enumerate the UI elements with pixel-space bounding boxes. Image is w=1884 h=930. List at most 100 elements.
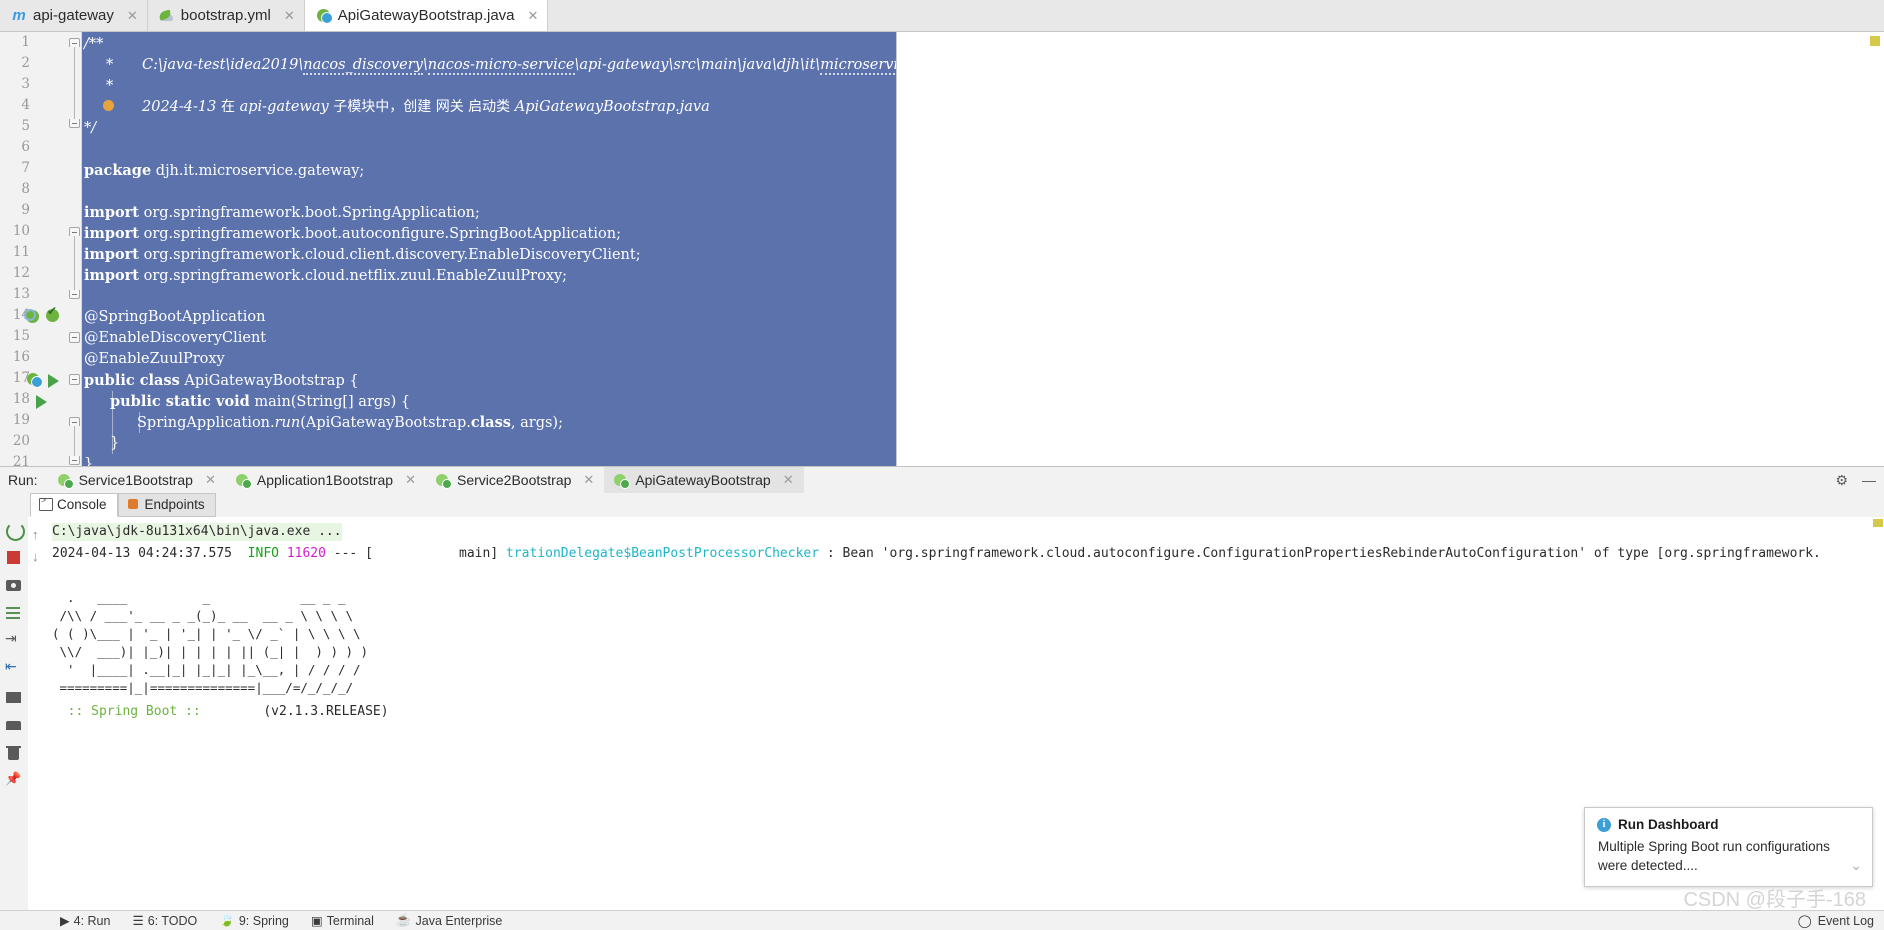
spring-config-gutter-icon[interactable] bbox=[45, 304, 61, 324]
run-tab-label: ApiGatewayBootstrap bbox=[635, 472, 771, 488]
line-number: 5 bbox=[21, 118, 30, 134]
status-item-terminal[interactable]: ▣ Terminal bbox=[310, 913, 374, 929]
trash-icon[interactable] bbox=[5, 745, 23, 763]
editor-tab-label: ApiGatewayBootstrap.java bbox=[337, 7, 515, 24]
sub-tab-label: Endpoints bbox=[144, 497, 205, 512]
spring-banner-line: =========|_|==============|___/=/_/_/_/ bbox=[52, 680, 354, 695]
intellij-idea-window: m api-gateway ✕ bootstrap.yml ✕ ApiGatew… bbox=[0, 0, 1884, 930]
line-number: 15 bbox=[12, 328, 30, 344]
code-line-2: * bbox=[106, 57, 114, 73]
spring-boot-run-icon bbox=[57, 473, 74, 489]
spring-boot-class-icon bbox=[316, 8, 333, 24]
fold-region-method-end[interactable] bbox=[69, 456, 80, 465]
spring-banner-line: ' |____| .__|_| |_|_| |_\__, | / / / / bbox=[52, 662, 361, 677]
code-line-18: public static void main(String[] args) { bbox=[110, 393, 411, 410]
editor-warning-marker[interactable] bbox=[1870, 36, 1880, 46]
event-log-icon: ◯ bbox=[1797, 914, 1812, 928]
run-tab-bar: Run: Service1Bootstrap ✕ Application1Boo… bbox=[0, 467, 1884, 493]
code-line-9: import org.springframework.boot.SpringAp… bbox=[84, 204, 480, 221]
run-tab-label: Application1Bootstrap bbox=[256, 472, 394, 488]
run-tab-service2bootstrap[interactable]: Service2Bootstrap ✕ bbox=[426, 467, 604, 493]
fold-region-comment-end[interactable] bbox=[69, 119, 80, 128]
grid-icon[interactable] bbox=[5, 689, 23, 707]
notification-title: Run Dashboard bbox=[1618, 817, 1719, 832]
close-icon[interactable]: ✕ bbox=[583, 472, 594, 488]
yaml-spring-icon bbox=[159, 8, 175, 24]
print-icon[interactable] bbox=[5, 717, 23, 735]
pin-icon[interactable] bbox=[5, 771, 23, 791]
java-ee-icon: ☕ bbox=[395, 913, 412, 927]
tab-console[interactable]: Console bbox=[30, 493, 118, 517]
close-icon[interactable]: ✕ bbox=[284, 8, 295, 24]
run-tab-apigatewaybootstrap[interactable]: ApiGatewayBootstrap ✕ bbox=[604, 467, 804, 493]
editor-tab-bootstrap-yml[interactable]: bootstrap.yml ✕ bbox=[147, 0, 305, 31]
code-text-area[interactable]: /** * C:\java-test\idea2019\nacos_discov… bbox=[82, 32, 1884, 466]
fold-region-method[interactable] bbox=[69, 417, 80, 426]
fold-region-annotation[interactable] bbox=[69, 374, 80, 385]
code-line-5: */ bbox=[84, 120, 97, 136]
line-number: 1 bbox=[21, 34, 30, 50]
run-window-tools: ⚙ — bbox=[1835, 472, 1876, 489]
fold-region-imports-end[interactable] bbox=[69, 290, 80, 299]
status-item-todo[interactable]: ☰ 6: TODO bbox=[132, 913, 197, 929]
spring-banner-line: ( ( )\___ | '_ | '_| | '_ \/ _` | \ \ \ … bbox=[52, 626, 361, 641]
code-line-16: @EnableZuulProxy bbox=[84, 351, 225, 367]
lightbulb-icon[interactable] bbox=[103, 100, 114, 111]
stop-icon[interactable] bbox=[5, 549, 23, 567]
thread-dump-icon[interactable] bbox=[5, 605, 23, 623]
step-into-icon[interactable] bbox=[5, 658, 23, 679]
code-line-12: import org.springframework.cloud.netflix… bbox=[84, 267, 568, 284]
console-icon bbox=[39, 495, 53, 511]
spring-boot-gutter-icon[interactable] bbox=[27, 372, 43, 388]
close-icon[interactable]: ✕ bbox=[205, 472, 216, 488]
code-folding-column[interactable] bbox=[66, 32, 82, 466]
editor-gutter: 1 2 3 4 5 6 7 8 9 10 11 12 13 14 15 16 1… bbox=[0, 32, 66, 466]
status-item-spring[interactable]: 🍃 9: Spring bbox=[219, 913, 289, 928]
chevron-down-icon[interactable]: ⌄ bbox=[1850, 857, 1862, 874]
spring-bean-gutter-icon[interactable] bbox=[24, 309, 42, 325]
close-icon[interactable]: ✕ bbox=[405, 472, 416, 488]
fold-region-class[interactable] bbox=[69, 332, 80, 343]
run-main-gutter-icon[interactable] bbox=[36, 395, 47, 409]
scroll-down-icon[interactable]: ↓ bbox=[32, 549, 39, 564]
console-toolbar bbox=[0, 517, 28, 930]
line-number: 9 bbox=[21, 202, 30, 218]
terminal-icon: ▣ bbox=[310, 914, 323, 928]
close-icon[interactable]: ✕ bbox=[127, 8, 138, 24]
status-bar: ▶ 4: Run ☰ 6: TODO 🍃 9: Spring ▣ Terminal ☕ J… bbox=[0, 910, 1884, 930]
gear-icon[interactable]: ⚙ bbox=[1835, 472, 1848, 489]
console-log-line: 2024-04-13 04:24:37.575 INFO 11620 --- [… bbox=[52, 546, 1821, 561]
maven-module-icon: m bbox=[12, 6, 26, 24]
status-item-run[interactable]: ▶ 4: Run bbox=[60, 913, 110, 929]
endpoints-icon bbox=[127, 498, 140, 511]
run-dashboard-notification[interactable]: i Run Dashboard Multiple Spring Boot run… bbox=[1584, 807, 1873, 887]
scroll-up-icon[interactable]: ↑ bbox=[32, 527, 39, 542]
fold-region-comment[interactable] bbox=[69, 38, 80, 47]
rerun-icon[interactable] bbox=[5, 521, 25, 541]
code-line-4: 2024-4-13 在 api-gateway 子模块中，创建 网关 启动类 A… bbox=[142, 99, 710, 115]
editor-tab-apigatewaybootstrap-java[interactable]: ApiGatewayBootstrap.java ✕ bbox=[304, 0, 549, 31]
screenshot-icon[interactable] bbox=[5, 577, 23, 595]
editor-tab-api-gateway[interactable]: m api-gateway ✕ bbox=[0, 0, 148, 31]
run-tab-application1bootstrap[interactable]: Application1Bootstrap ✕ bbox=[226, 467, 426, 493]
tab-endpoints[interactable]: Endpoints bbox=[117, 493, 216, 517]
minimize-icon[interactable]: — bbox=[1862, 472, 1876, 488]
code-line-17: public class ApiGatewayBootstrap { bbox=[84, 372, 359, 389]
line-number: 4 bbox=[21, 97, 30, 113]
fold-region-imports[interactable] bbox=[69, 227, 80, 236]
close-icon[interactable]: ✕ bbox=[783, 472, 794, 488]
step-over-icon[interactable] bbox=[5, 630, 23, 651]
status-item-event-log[interactable]: ◯ Event Log bbox=[1797, 913, 1874, 929]
run-gutter-icon[interactable] bbox=[48, 374, 59, 388]
run-tab-service1bootstrap[interactable]: Service1Bootstrap ✕ bbox=[48, 467, 226, 493]
line-number: 10 bbox=[12, 223, 30, 239]
close-icon[interactable]: ✕ bbox=[528, 8, 539, 24]
spring-boot-run-icon bbox=[436, 473, 452, 489]
status-item-java-enterprise[interactable]: ☕ Java Enterprise bbox=[396, 913, 502, 928]
sub-tab-label: Console bbox=[57, 497, 107, 512]
line-number: 20 bbox=[12, 433, 30, 449]
info-icon: i bbox=[1597, 817, 1611, 832]
line-number: 6 bbox=[21, 139, 30, 155]
line-number: 16 bbox=[12, 349, 30, 365]
code-editor[interactable]: 1 2 3 4 5 6 7 8 9 10 11 12 13 14 15 16 1… bbox=[0, 32, 1884, 466]
